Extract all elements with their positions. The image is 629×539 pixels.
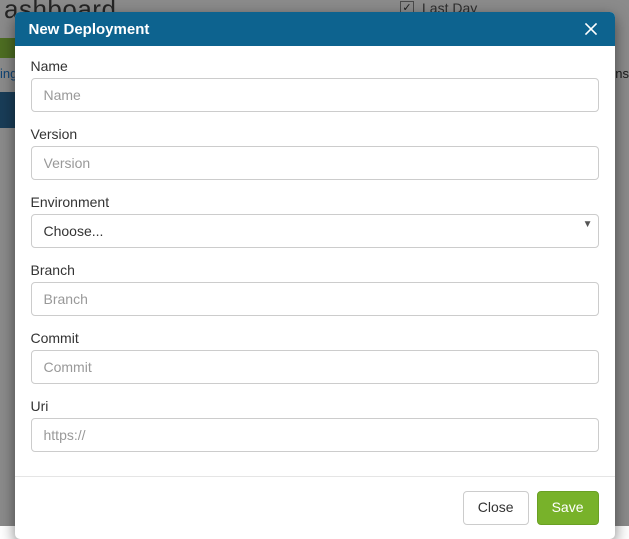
commit-label: Commit	[31, 330, 599, 346]
commit-input[interactable]	[31, 350, 599, 384]
environment-select[interactable]: Choose...	[31, 214, 599, 248]
branch-group: Branch	[31, 262, 599, 316]
new-deployment-modal: New Deployment Name Version Environment …	[15, 12, 615, 539]
version-group: Version	[31, 126, 599, 180]
branch-input[interactable]	[31, 282, 599, 316]
close-button[interactable]: Close	[463, 491, 529, 525]
branch-label: Branch	[31, 262, 599, 278]
close-icon[interactable]	[581, 19, 601, 39]
environment-label: Environment	[31, 194, 599, 210]
name-input[interactable]	[31, 78, 599, 112]
modal-body: Name Version Environment Choose... ▼ Bra…	[15, 46, 615, 472]
modal-title: New Deployment	[29, 21, 150, 38]
uri-group: Uri	[31, 398, 599, 452]
save-button[interactable]: Save	[537, 491, 599, 525]
modal-footer: Close Save	[15, 476, 615, 539]
environment-group: Environment Choose... ▼	[31, 194, 599, 248]
modal-header: New Deployment	[15, 12, 615, 46]
name-group: Name	[31, 58, 599, 112]
name-label: Name	[31, 58, 599, 74]
version-label: Version	[31, 126, 599, 142]
uri-label: Uri	[31, 398, 599, 414]
commit-group: Commit	[31, 330, 599, 384]
version-input[interactable]	[31, 146, 599, 180]
uri-input[interactable]	[31, 418, 599, 452]
